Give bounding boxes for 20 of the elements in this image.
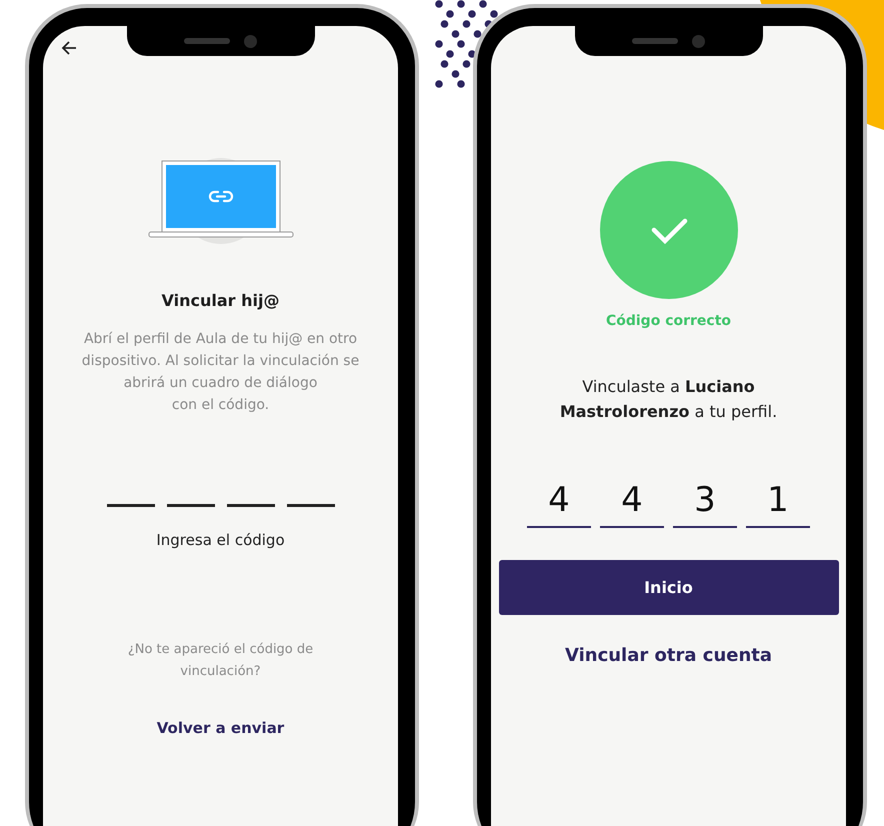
code-input-field[interactable] (106, 504, 334, 507)
speaker (632, 38, 678, 44)
speaker (184, 38, 230, 44)
code-digit-field[interactable]: 4 (527, 480, 591, 528)
code-label: Ingresa el código (156, 531, 285, 549)
code-digit-field[interactable]: 3 (673, 480, 737, 528)
code-digit-field[interactable]: 4 (600, 480, 664, 528)
link-another-account-link[interactable]: Vincular otra cuenta (564, 645, 772, 666)
start-button[interactable]: Inicio (498, 560, 838, 615)
success-message: Vinculaste a Luciano Mastrolorenzo a tu perfil. (560, 376, 778, 423)
back-arrow-icon (61, 40, 77, 56)
camera (692, 34, 705, 48)
status-text: Código correcto (606, 313, 732, 329)
screen-title: Vincular hij@ (162, 291, 280, 310)
camera (244, 34, 257, 48)
hint-text: ¿No te apareció el código de vinculación? (128, 641, 314, 681)
code-digit-field[interactable]: 1 (746, 480, 810, 528)
instructions-text: Abrí el perfil de Aula de tu hij@ en otro dispositivo. Al solicitar la vinculación se abrirá un cuadro de diálogo con el código. (82, 330, 360, 415)
resend-link[interactable]: Volver a enviar (156, 719, 284, 737)
success-check-icon (600, 161, 738, 299)
